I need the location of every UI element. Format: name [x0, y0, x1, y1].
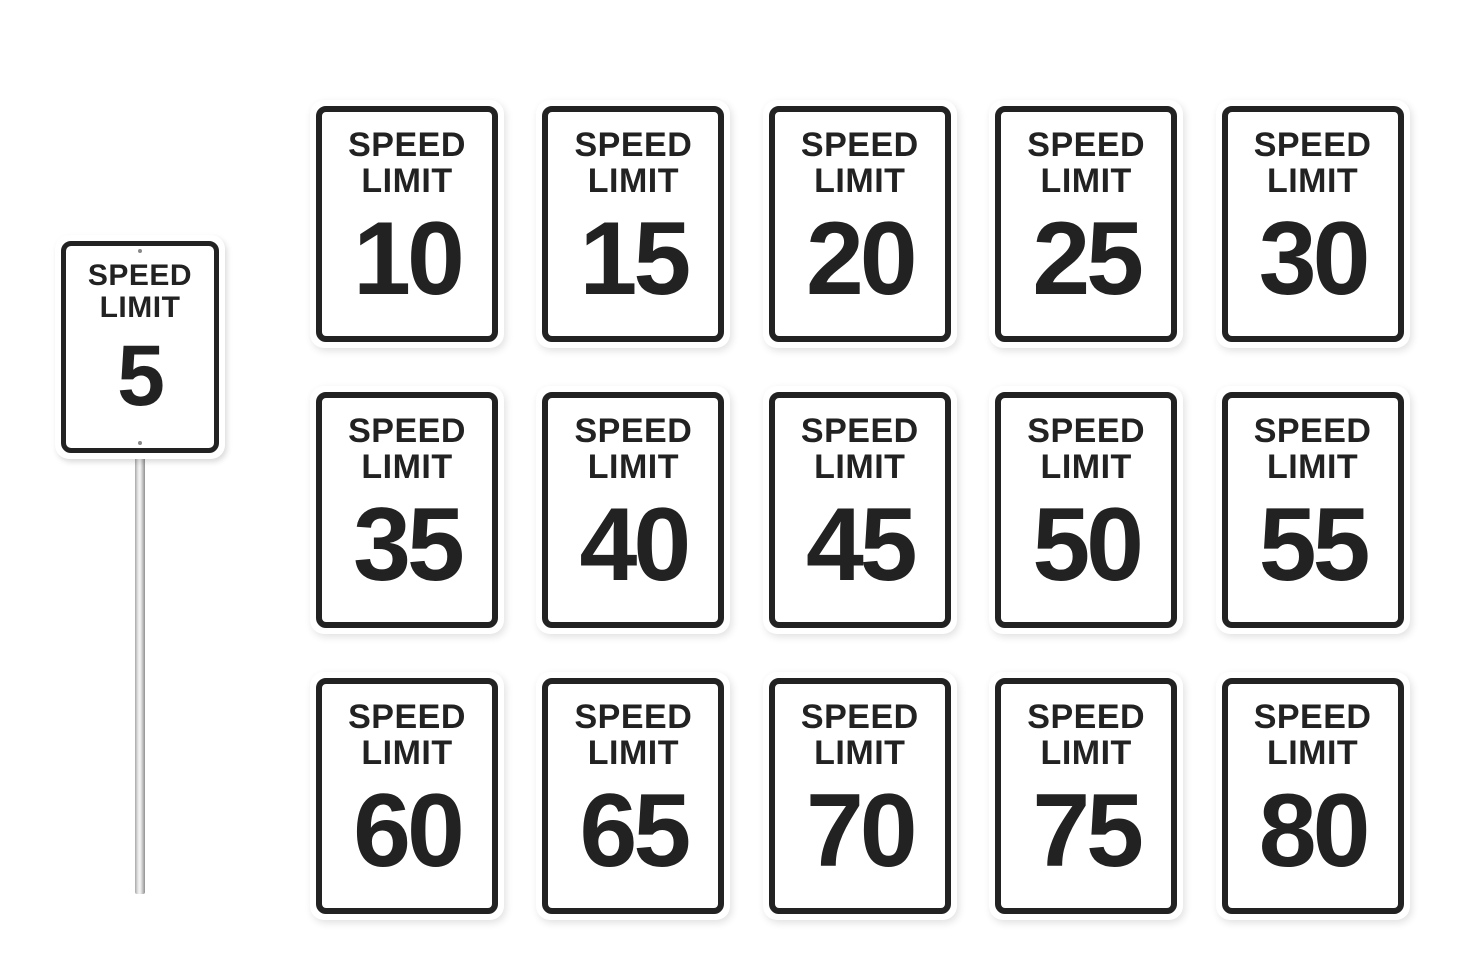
- sign-inner: SPEED LIMIT 40: [542, 392, 724, 628]
- sign-speed-value: 25: [1032, 207, 1140, 311]
- sign-speed-value: 35: [353, 493, 461, 597]
- sign-label-limit: LIMIT: [814, 164, 905, 200]
- sign-label-speed: SPEED: [348, 700, 466, 736]
- speed-limit-sign: SPEED LIMIT 50: [989, 386, 1183, 634]
- sign-label-speed: SPEED: [348, 128, 466, 164]
- speed-limit-sign: SPEED LIMIT 65: [536, 672, 730, 920]
- sign-label-speed: SPEED: [88, 260, 192, 292]
- speed-limit-sign: SPEED LIMIT 75: [989, 672, 1183, 920]
- sign-inner: SPEED LIMIT 60: [316, 678, 498, 914]
- sign-inner: SPEED LIMIT 45: [769, 392, 951, 628]
- sign-speed-value: 20: [806, 207, 914, 311]
- speed-limit-sign: SPEED LIMIT 35: [310, 386, 504, 634]
- sign-label-limit: LIMIT: [1041, 164, 1132, 200]
- sign-inner: SPEED LIMIT 20: [769, 106, 951, 342]
- sign-label-limit: LIMIT: [100, 292, 181, 324]
- sign-label-speed: SPEED: [348, 414, 466, 450]
- sign-label-speed: SPEED: [575, 128, 693, 164]
- sign-label-limit: LIMIT: [361, 164, 452, 200]
- signs-grid: SPEED LIMIT 10 SPEED LIMIT 15 SPEED LIMI…: [280, 100, 1410, 920]
- speed-limit-sign: SPEED LIMIT 10: [310, 100, 504, 348]
- speed-limit-sign: SPEED LIMIT 70: [763, 672, 957, 920]
- sign-inner: SPEED LIMIT 25: [995, 106, 1177, 342]
- speed-limit-sign: SPEED LIMIT 80: [1216, 672, 1410, 920]
- sign-speed-value: 75: [1032, 779, 1140, 883]
- speed-limit-sign: SPEED LIMIT 45: [763, 386, 957, 634]
- sign-label-limit: LIMIT: [1041, 450, 1132, 486]
- sign-label-speed: SPEED: [1027, 700, 1145, 736]
- sign-label-limit: LIMIT: [361, 736, 452, 772]
- sign-label-speed: SPEED: [801, 700, 919, 736]
- sign-speed-value: 30: [1259, 207, 1367, 311]
- sign-speed-value: 65: [580, 779, 688, 883]
- sign-inner: SPEED LIMIT 70: [769, 678, 951, 914]
- sign-label-speed: SPEED: [1254, 128, 1372, 164]
- sign-label-speed: SPEED: [801, 414, 919, 450]
- speed-limit-sign: SPEED LIMIT 40: [536, 386, 730, 634]
- sign-inner: SPEED LIMIT 5: [61, 241, 219, 453]
- bolt-icon: [138, 249, 142, 253]
- speed-limit-sign: SPEED LIMIT 25: [989, 100, 1183, 348]
- speed-limit-sign: SPEED LIMIT 30: [1216, 100, 1410, 348]
- sign-label-limit: LIMIT: [1267, 164, 1358, 200]
- sign-label-limit: LIMIT: [1267, 736, 1358, 772]
- sign-label-limit: LIMIT: [814, 450, 905, 486]
- sign-label-limit: LIMIT: [588, 164, 679, 200]
- sign-inner: SPEED LIMIT 65: [542, 678, 724, 914]
- sign-inner: SPEED LIMIT 50: [995, 392, 1177, 628]
- featured-sign-area: SPEED LIMIT 5: [0, 100, 280, 930]
- sign-speed-value: 55: [1259, 493, 1367, 597]
- sign-speed-value: 70: [806, 779, 914, 883]
- sign-label-limit: LIMIT: [588, 736, 679, 772]
- sign-label-speed: SPEED: [801, 128, 919, 164]
- speed-limit-signs-collection: SPEED LIMIT 5 SPEED LIMIT 10 SPEED LIMIT…: [0, 0, 1470, 980]
- sign-label-limit: LIMIT: [588, 450, 679, 486]
- sign-speed-value: 50: [1032, 493, 1140, 597]
- sign-plate: SPEED LIMIT 5: [55, 235, 225, 459]
- sign-speed-value: 60: [353, 779, 461, 883]
- sign-label-speed: SPEED: [1027, 414, 1145, 450]
- speed-limit-sign: SPEED LIMIT 60: [310, 672, 504, 920]
- speed-limit-sign: SPEED LIMIT 15: [536, 100, 730, 348]
- sign-inner: SPEED LIMIT 30: [1222, 106, 1404, 342]
- sign-speed-value: 40: [580, 493, 688, 597]
- sign-label-limit: LIMIT: [814, 736, 905, 772]
- sign-inner: SPEED LIMIT 35: [316, 392, 498, 628]
- speed-limit-sign: SPEED LIMIT 20: [763, 100, 957, 348]
- speed-limit-sign: SPEED LIMIT 55: [1216, 386, 1410, 634]
- sign-speed-value: 10: [353, 207, 461, 311]
- sign-speed-value: 5: [117, 333, 163, 419]
- sign-label-limit: LIMIT: [1041, 736, 1132, 772]
- sign-pole: [135, 454, 145, 894]
- sign-label-speed: SPEED: [575, 414, 693, 450]
- sign-on-pole: SPEED LIMIT 5: [55, 235, 225, 894]
- sign-inner: SPEED LIMIT 80: [1222, 678, 1404, 914]
- sign-speed-value: 45: [806, 493, 914, 597]
- sign-inner: SPEED LIMIT 15: [542, 106, 724, 342]
- sign-inner: SPEED LIMIT 75: [995, 678, 1177, 914]
- sign-label-limit: LIMIT: [361, 450, 452, 486]
- sign-speed-value: 15: [580, 207, 688, 311]
- bolt-icon: [138, 441, 142, 445]
- sign-inner: SPEED LIMIT 10: [316, 106, 498, 342]
- sign-label-speed: SPEED: [1254, 414, 1372, 450]
- sign-label-speed: SPEED: [1254, 700, 1372, 736]
- sign-inner: SPEED LIMIT 55: [1222, 392, 1404, 628]
- sign-speed-value: 80: [1259, 779, 1367, 883]
- sign-label-speed: SPEED: [575, 700, 693, 736]
- sign-label-speed: SPEED: [1027, 128, 1145, 164]
- sign-label-limit: LIMIT: [1267, 450, 1358, 486]
